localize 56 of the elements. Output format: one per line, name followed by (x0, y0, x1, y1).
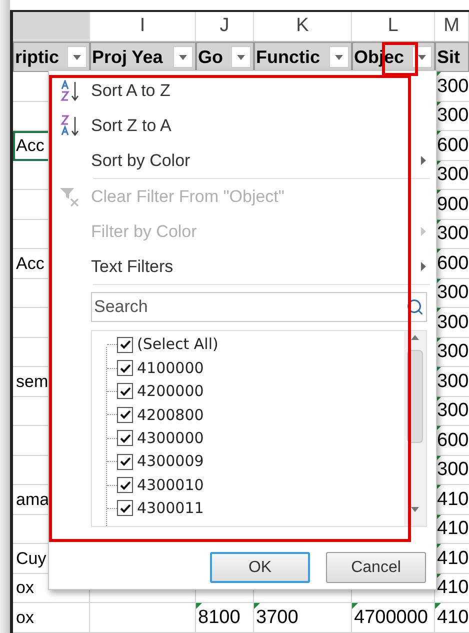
caret-icon (418, 54, 426, 60)
search-field[interactable]: Search (91, 292, 427, 322)
filter-dropdown-button[interactable] (67, 46, 87, 68)
check-icon (120, 364, 130, 373)
checkbox[interactable] (117, 406, 133, 423)
clear-filter-icon (59, 186, 81, 206)
header-label: riptic (14, 46, 60, 69)
check-icon (120, 386, 130, 396)
submenu-arrow-icon (421, 262, 426, 271)
header-label: Functic (255, 46, 320, 68)
value-label: 4300000 (137, 428, 204, 449)
filter-dropdown-button[interactable] (329, 46, 349, 68)
checkbox[interactable] (117, 383, 133, 400)
error-indicator-icon (352, 603, 358, 609)
error-indicator-icon (435, 603, 441, 609)
header-label: Go (197, 46, 223, 68)
check-icon (120, 434, 130, 443)
table-cell: ox (13, 603, 90, 632)
dialog-button[interactable]: OK (210, 552, 310, 583)
header-label: Sit (436, 46, 460, 68)
check-icon (120, 410, 130, 420)
sort-descending-icon (60, 114, 80, 136)
caret-icon (335, 54, 343, 60)
checkbox[interactable] (117, 500, 133, 516)
submenu-arrow-icon (421, 156, 426, 165)
check-icon (120, 457, 130, 466)
value-label: 4300011 (137, 498, 204, 520)
checkbox[interactable] (117, 477, 133, 494)
value-label: (Select All) (137, 334, 218, 356)
checkbox[interactable] (117, 430, 133, 446)
check-icon (120, 504, 130, 513)
menu-item[interactable]: Sort A to Z (49, 73, 436, 108)
caret-icon (179, 54, 187, 60)
checkbox[interactable] (117, 336, 133, 353)
caret-icon (73, 54, 81, 60)
error-indicator-icon (196, 603, 202, 609)
sort-ascending-icon (60, 80, 80, 102)
search-icon (406, 298, 424, 316)
scroll-down-icon[interactable] (411, 507, 419, 512)
dialog-button[interactable]: Cancel (326, 552, 426, 583)
filter-dropdown-button[interactable] (173, 46, 193, 68)
checkbox[interactable] (117, 454, 133, 470)
value-label: 4200800 (137, 404, 204, 426)
filter-dropdown-button[interactable] (231, 46, 251, 68)
check-icon (120, 480, 130, 490)
value-label: 4300010 (137, 474, 204, 496)
header-label: Proj Yea (91, 46, 163, 69)
submenu-arrow-icon (421, 227, 426, 236)
value-label: 4300009 (137, 451, 204, 472)
error-indicator-icon (254, 603, 260, 609)
value-label: 4100000 (137, 358, 204, 379)
checkbox[interactable] (117, 360, 133, 376)
value-label: 4200000 (137, 381, 204, 402)
check-icon (120, 340, 130, 350)
scroll-up-icon[interactable] (411, 335, 419, 340)
caret-icon (237, 54, 245, 60)
